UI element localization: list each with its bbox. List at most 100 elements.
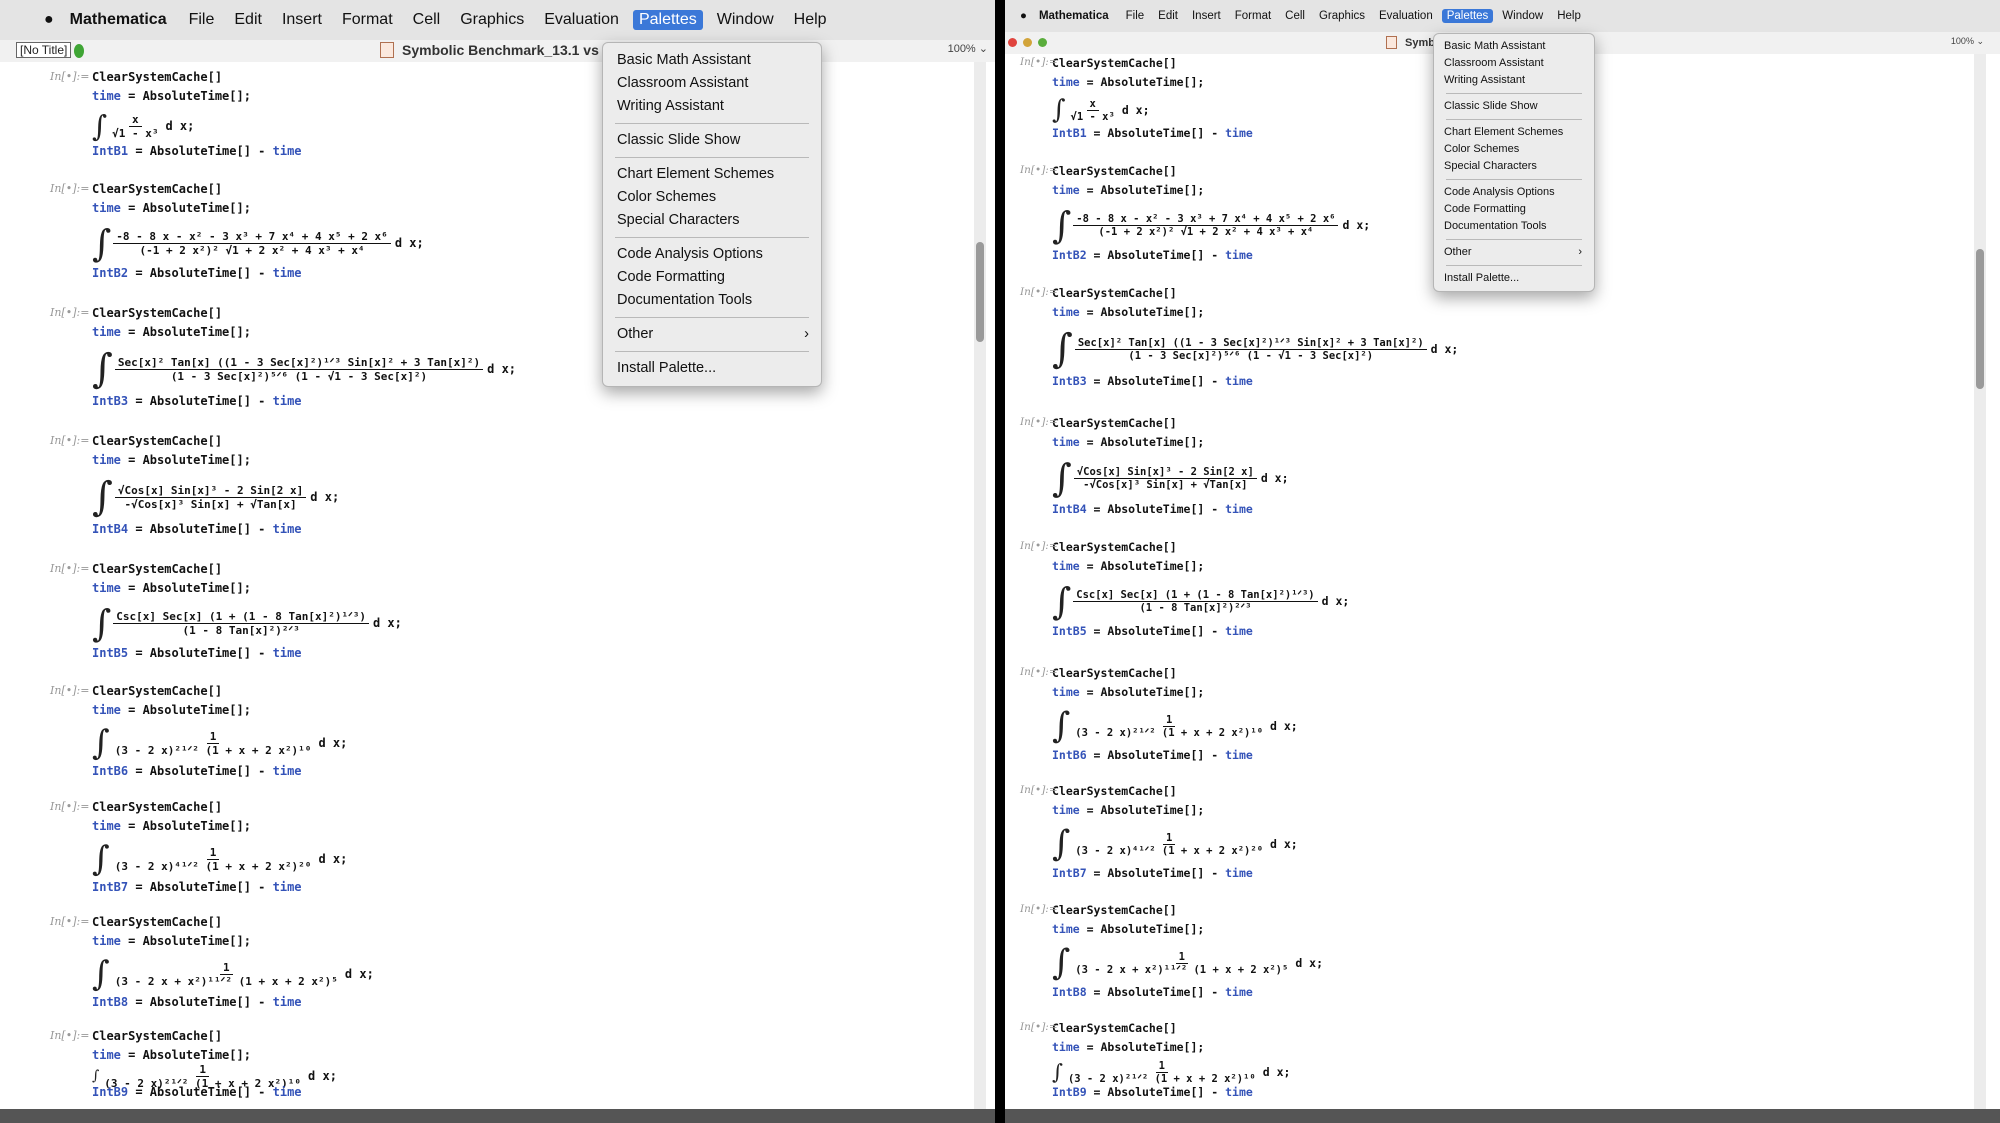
close-button[interactable] xyxy=(1008,38,1017,47)
denominator: (-1 + 2 x²)² √1 + 2 x² + 4 x³ + x⁴ xyxy=(139,243,365,257)
menu-palettes[interactable]: Palettes xyxy=(632,10,703,30)
menu-item-chart-element-schemes[interactable]: Chart Element Schemes xyxy=(1434,124,1594,141)
menu-item-special-characters[interactable]: Special Characters xyxy=(603,209,821,232)
menu-file[interactable]: File xyxy=(1121,9,1150,23)
time-line: time = AbsoluteTime[]; xyxy=(92,819,1000,838)
integral-expression: ∫ x √1 - x³ d x; xyxy=(92,108,1000,144)
menu-edit[interactable]: Edit xyxy=(1153,9,1183,23)
menu-graphics[interactable]: Graphics xyxy=(454,10,530,30)
menu-item-install-palette[interactable]: Install Palette... xyxy=(603,357,821,380)
zoom-button[interactable] xyxy=(1038,38,1047,47)
menu-item-code-formatting[interactable]: Code Formatting xyxy=(603,266,821,289)
input-cell[interactable]: In[•]:= ClearSystemCache[] time = Absolute… xyxy=(1000,784,2000,903)
input-cell[interactable]: In[•]:= ClearSystemCache[] time = Absolute… xyxy=(0,70,1000,182)
input-cell[interactable]: In[•]:= ClearSystemCache[] time = Absolute… xyxy=(0,562,1000,684)
menu-item-chart-element-schemes[interactable]: Chart Element Schemes xyxy=(603,163,821,186)
input-cell[interactable]: In[•]:= ClearSystemCache[] time = Absolute… xyxy=(0,434,1000,562)
timing-expression: = AbsoluteTime[] - xyxy=(1086,985,1226,999)
zoom-control[interactable]: 100% ⌄ xyxy=(1951,36,1984,47)
time-line: time = AbsoluteTime[]; xyxy=(1052,559,2000,578)
app-name[interactable]: Mathematica xyxy=(1039,10,1109,22)
minimize-button[interactable] xyxy=(1023,38,1032,47)
menu-item-basic-math-assistant[interactable]: Basic Math Assistant xyxy=(603,49,821,72)
menu-separator xyxy=(1446,265,1582,266)
fraction: -8 - 8 x - x² - 3 x³ + 7 x⁴ + 4 x⁵ + 2 x… xyxy=(113,230,391,257)
menu-item-color-schemes[interactable]: Color Schemes xyxy=(1434,141,1594,158)
palettes-dropdown: Basic Math Assistant Classroom Assistant W… xyxy=(1433,33,1595,292)
time-assignment: = AbsoluteTime[]; xyxy=(1079,435,1205,449)
menu-item-code-analysis-options[interactable]: Code Analysis Options xyxy=(603,243,821,266)
menu-help[interactable]: Help xyxy=(1552,9,1586,23)
menu-cell[interactable]: Cell xyxy=(1280,9,1310,23)
menu-insert[interactable]: Insert xyxy=(1187,9,1226,23)
menu-item-special-characters[interactable]: Special Characters xyxy=(1434,158,1594,175)
input-cell[interactable]: In[•]:= ClearSystemCache[] time = Absolute… xyxy=(1000,903,2000,1021)
no-title-label[interactable]: [No Title] xyxy=(16,42,72,58)
integral-expression: ∫ 1 (3 - 2 x)²¹ᐟ² (1 + x + 2 x²)¹⁰ d x; xyxy=(92,1063,1000,1090)
menu-item-classic-slide-show[interactable]: Classic Slide Show xyxy=(1434,98,1594,115)
zoom-control[interactable]: 100% ⌄ xyxy=(948,42,988,55)
timing-expression: = AbsoluteTime[] - xyxy=(128,394,273,408)
menu-palettes[interactable]: Palettes xyxy=(1441,9,1494,23)
menu-insert[interactable]: Insert xyxy=(276,10,328,30)
menu-file[interactable]: File xyxy=(183,10,221,30)
time-assignment: = AbsoluteTime[]; xyxy=(1079,803,1205,817)
menu-item-documentation-tools[interactable]: Documentation Tools xyxy=(1434,218,1594,235)
scrollbar-thumb[interactable] xyxy=(1976,249,1984,389)
menu-item-writing-assistant[interactable]: Writing Assistant xyxy=(1434,72,1594,89)
menu-item-label: Color Schemes xyxy=(617,189,717,205)
integral-expression: ∫ Csc[x] Sec[x] (1 + (1 - 8 Tan[x]²)¹ᐟ³)(… xyxy=(92,600,1000,646)
menu-evaluation[interactable]: Evaluation xyxy=(538,10,625,30)
input-cell[interactable]: In[•]:= ClearSystemCache[] time = Absolute… xyxy=(1000,540,2000,666)
time-line: time = AbsoluteTime[]; xyxy=(92,703,1000,722)
scrollbar-thumb[interactable] xyxy=(976,242,984,342)
menu-item-documentation-tools[interactable]: Documentation Tools xyxy=(603,289,821,312)
menu-edit[interactable]: Edit xyxy=(228,10,268,30)
apple-icon[interactable]: ● xyxy=(44,11,54,29)
menu-item-basic-math-assistant[interactable]: Basic Math Assistant xyxy=(1434,38,1594,55)
notebook[interactable]: In[•]:= ClearSystemCache[] time = Absolute… xyxy=(0,62,1000,1109)
numerator: 1 xyxy=(1162,832,1176,845)
app-name[interactable]: Mathematica xyxy=(70,11,167,29)
menu-evaluation[interactable]: Evaluation xyxy=(1374,9,1438,23)
input-cell[interactable]: In[•]:= ClearSystemCache[] time = Absolute… xyxy=(0,306,1000,434)
menu-format[interactable]: Format xyxy=(1230,9,1276,23)
in-label: In[•]:= xyxy=(50,562,90,575)
input-cell[interactable]: In[•]:= ClearSystemCache[] time = Absolute… xyxy=(1000,1021,2000,1099)
menu-item-install-palette[interactable]: Install Palette... xyxy=(1434,270,1594,287)
menu-window[interactable]: Window xyxy=(1497,9,1548,23)
menu-window[interactable]: Window xyxy=(711,10,780,30)
numerator: 1 xyxy=(220,961,233,975)
input-cell[interactable]: In[•]:= ClearSystemCache[] time = Absolute… xyxy=(0,1029,1000,1099)
menu-graphics[interactable]: Graphics xyxy=(1314,9,1370,23)
vertical-scrollbar[interactable] xyxy=(974,62,986,1109)
menu-item-classroom-assistant[interactable]: Classroom Assistant xyxy=(1434,55,1594,72)
menu-item-color-schemes[interactable]: Color Schemes xyxy=(603,186,821,209)
integral-expression: ∫ 1 (3 - 2 x + x²)¹¹ᐟ² (1 + x + 2 x²)⁵ d x; xyxy=(1052,941,2000,985)
menu-item-writing-assistant[interactable]: Writing Assistant xyxy=(603,95,821,118)
menu-item-other[interactable]: Other › xyxy=(1434,244,1594,261)
menu-item-other[interactable]: Other › xyxy=(603,323,821,346)
input-cell[interactable]: In[•]:= ClearSystemCache[] time = Absolute… xyxy=(0,684,1000,800)
menu-item-label: Install Palette... xyxy=(1444,272,1520,284)
fraction: √Cos[x] Sin[x]³ - 2 Sin[2 x] -√Cos[x]³ Si… xyxy=(114,484,307,511)
input-cell[interactable]: In[•]:= ClearSystemCache[] time = Absolute… xyxy=(0,915,1000,1029)
apple-icon[interactable]: ● xyxy=(1020,10,1027,22)
time-symbol: time xyxy=(1052,922,1080,936)
menu-cell[interactable]: Cell xyxy=(407,10,447,30)
menu-item-code-analysis-options[interactable]: Code Analysis Options xyxy=(1434,184,1594,201)
menu-help[interactable]: Help xyxy=(788,10,833,30)
input-cell[interactable]: In[•]:= ClearSystemCache[] time = Absolute… xyxy=(0,800,1000,915)
menu-item-code-formatting[interactable]: Code Formatting xyxy=(1434,201,1594,218)
vertical-scrollbar[interactable] xyxy=(1974,54,1986,1109)
input-cell[interactable]: In[•]:= ClearSystemCache[] time = Absolute… xyxy=(1000,416,2000,540)
menu-format[interactable]: Format xyxy=(336,10,399,30)
input-cell[interactable]: In[•]:= ClearSystemCache[] time = Absolute… xyxy=(0,182,1000,306)
menu-item-classroom-assistant[interactable]: Classroom Assistant xyxy=(603,72,821,95)
input-cell[interactable]: In[•]:= ClearSystemCache[] time = Absolute… xyxy=(1000,666,2000,784)
menu-item-classic-slide-show[interactable]: Classic Slide Show xyxy=(603,129,821,152)
document-icon xyxy=(380,42,394,58)
integral-expression: ∫ -8 - 8 x - x² - 3 x³ + 7 x⁴ + 4 x⁵ + 2 … xyxy=(92,220,1000,266)
input-cell[interactable]: In[•]:= ClearSystemCache[] time = Absolute… xyxy=(1000,286,2000,416)
integral-sign: ∫ xyxy=(1052,203,1072,247)
